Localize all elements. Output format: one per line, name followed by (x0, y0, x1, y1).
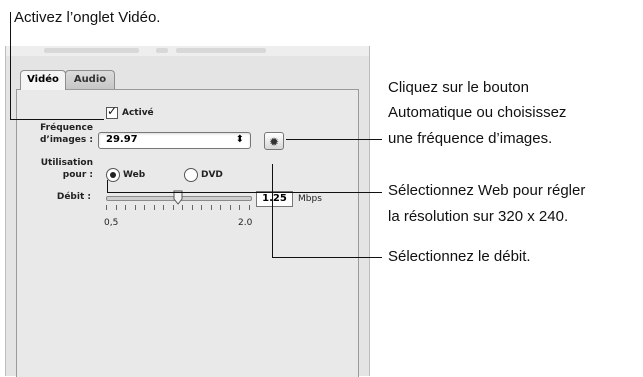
slider-tick (220, 205, 221, 210)
callout-web-line2: la résolution sur 320 x 240. (388, 208, 569, 225)
usage-web-radio[interactable] (106, 168, 120, 182)
enabled-label: Activé (122, 108, 154, 118)
tab-audio[interactable]: Audio (65, 70, 115, 89)
video-tab-content: Activé Fréquence d’images : 29.97 ⬍ ✹ Ut… (16, 89, 359, 377)
bitrate-label: Débit : (56, 192, 91, 202)
usage-label-line2: pour : (62, 170, 93, 180)
leader-video-tab-h (10, 119, 104, 120)
tab-audio-label: Audio (73, 74, 107, 85)
slider-tick (230, 205, 231, 210)
slider-tick (135, 205, 136, 210)
callout-bitrate: Sélectionnez le débit. (388, 248, 531, 265)
enabled-checkbox[interactable] (106, 104, 118, 119)
slider-tick (192, 205, 193, 210)
framerate-label-line2: d’images : (39, 135, 93, 145)
gear-icon: ✹ (268, 135, 280, 149)
slider-tick (211, 205, 212, 210)
leader-video-tab-v (10, 12, 11, 120)
callout-auto-line2: Automatique ou choisissez (388, 104, 567, 121)
slider-tick (144, 205, 145, 210)
slider-tick (106, 205, 107, 210)
slider-tick (125, 205, 126, 210)
automatic-button[interactable]: ✹ (264, 132, 284, 150)
usage-label-line1: Utilisation (40, 158, 93, 168)
bitrate-min-label: 0,5 (104, 218, 119, 228)
leader-auto (286, 139, 382, 140)
framerate-popup[interactable]: 29.97 ⬍ (98, 132, 251, 149)
framerate-value: 29.97 (106, 134, 138, 145)
callout-web-line1: Sélectionnez Web pour régler (388, 182, 586, 199)
bitrate-max-label: 2.0 (238, 218, 253, 228)
video-settings-panel: Vidéo Audio Activé Fréquence d’images : … (5, 46, 370, 377)
usage-web-label: Web (123, 170, 146, 180)
slider-tick (163, 205, 164, 210)
bitrate-value-field[interactable]: 1.25 (256, 191, 293, 207)
popup-arrows-icon: ⬍ (235, 134, 244, 145)
leader-bitrate-h (272, 257, 382, 258)
callout-video-tab: Activez l’onglet Vidéo. (14, 9, 161, 26)
callout-auto-line3: une fréquence d’images. (388, 130, 553, 147)
slider-tick (173, 205, 174, 210)
tab-video-label: Vidéo (27, 74, 59, 85)
tab-video[interactable]: Vidéo (20, 70, 66, 90)
bitrate-slider[interactable] (106, 190, 252, 214)
usage-dvd-label: DVD (201, 170, 223, 180)
leader-bitrate-v (272, 164, 273, 257)
framerate-label-line1: Fréquence (40, 123, 93, 133)
usage-dvd-radio[interactable] (184, 168, 198, 182)
slider-tick (154, 205, 155, 210)
slider-tick (116, 205, 117, 210)
slider-tick (182, 205, 183, 210)
slider-tick (239, 205, 240, 210)
panel-top-strip (6, 46, 369, 56)
leader-web-v (107, 180, 108, 193)
callout-auto-line1: Cliquez sur le bouton (388, 79, 529, 96)
slider-tick (249, 205, 250, 210)
leader-web-h (107, 192, 382, 193)
bitrate-unit-label: Mbps (298, 194, 322, 204)
slider-tick (201, 205, 202, 210)
